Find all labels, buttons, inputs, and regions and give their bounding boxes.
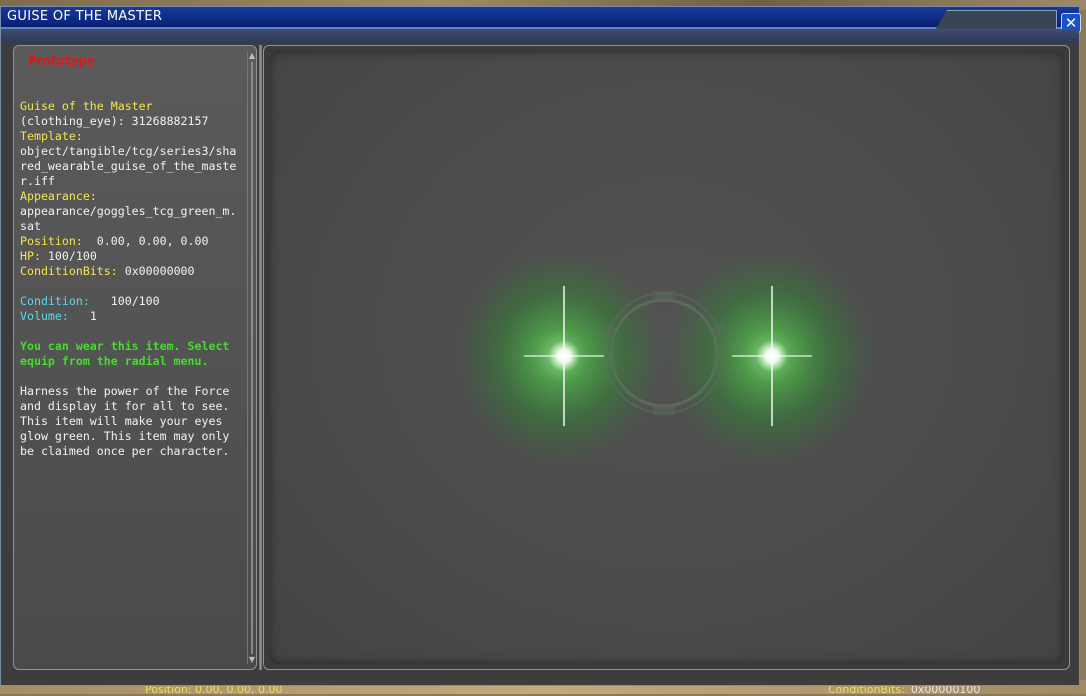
volume-label: Volume: [20,309,69,323]
condition-line: Condition: 100/100 [20,294,242,309]
model-viewport[interactable] [269,51,1064,664]
hp-value: 100/100 [47,249,97,263]
position-label: Position: [20,234,83,248]
hp-line: HP: 100/100 [20,249,242,264]
info-scrollbar[interactable]: ▲ ▼ [247,52,256,664]
template-value: object/tangible/tcg/series3/shared_weara… [20,144,237,188]
examine-window: GUISE OF THE MASTER ✕ Prototype Guise of… [0,6,1081,686]
position-value: 0.00, 0.00, 0.00 [96,234,209,248]
conditionbits-value: 0x00000000 [124,264,195,278]
item-id-line: (clothing_eye): 31268882157 [20,114,209,128]
item-info-panel: Prototype Guise of the Master (clothing_… [13,45,257,670]
volume-value: 1 [89,309,97,323]
window-title: GUISE OF THE MASTER [7,9,163,24]
conditionbits-label: ConditionBits: [20,264,118,278]
prototype-label: Prototype [28,54,96,68]
position-line: Position: 0.00, 0.00, 0.00 [20,234,242,249]
condition-label: Condition: [20,294,90,308]
template-label: Template: [20,129,83,143]
wear-instructions: You can wear this item. Select equip fro… [20,339,230,368]
conditionbits-line: ConditionBits: 0x00000000 [20,264,242,279]
title-bar-tab [935,10,1057,30]
volume-line: Volume: 1 [20,309,242,324]
scroll-track[interactable] [251,62,253,654]
appearance-value: appearance/goggles_tcg_green_m.sat [20,204,237,233]
model-viewer-panel [263,45,1070,670]
goggles-model-render [455,248,875,464]
item-description: Harness the power of the Force and displ… [20,384,230,458]
scroll-up-arrow-icon[interactable]: ▲ [248,52,256,60]
scroll-down-arrow-icon[interactable]: ▼ [248,656,256,664]
hp-label: HP: [20,249,41,263]
condition-value: 100/100 [110,294,160,308]
panel-divider[interactable] [259,45,262,670]
item-name: Guise of the Master [20,99,153,113]
appearance-label: Appearance: [20,189,97,203]
title-subbar [1,29,1079,43]
title-bar[interactable]: GUISE OF THE MASTER [1,7,1079,30]
item-info-text: Prototype Guise of the Master (clothing_… [20,50,242,459]
